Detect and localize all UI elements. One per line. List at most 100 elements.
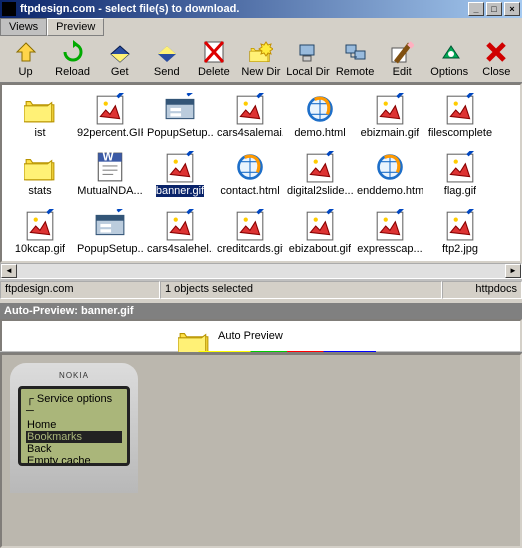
file-item[interactable]: PopupSetup... bbox=[146, 93, 214, 139]
toolbar-label: New Dir bbox=[241, 66, 280, 78]
phone-menu-item: Bookmarks bbox=[26, 431, 122, 443]
file-label: banner.gif bbox=[156, 185, 204, 197]
remote-button[interactable]: Remote bbox=[333, 40, 377, 78]
file-label: enddemo.html bbox=[357, 185, 423, 197]
file-item[interactable]: stats bbox=[6, 151, 74, 197]
newdir-icon bbox=[249, 40, 273, 64]
file-label: flag.gif bbox=[444, 185, 476, 197]
minimize-button[interactable]: _ bbox=[468, 2, 484, 16]
toolbar-label: Get bbox=[111, 66, 129, 78]
gif-icon bbox=[24, 209, 56, 241]
gif-icon bbox=[374, 209, 406, 241]
file-item[interactable]: contact.html bbox=[216, 151, 284, 197]
gif-icon bbox=[164, 209, 196, 241]
file-list-view[interactable]: ist92percent.GIFPopupSetup...cars4salema… bbox=[0, 83, 522, 263]
get-button[interactable]: Get bbox=[98, 40, 142, 78]
file-label: cars4salemai... bbox=[217, 127, 283, 139]
toolbar-label: Edit bbox=[393, 66, 412, 78]
status-host: ftpdesign.com bbox=[0, 281, 160, 299]
newdir-button[interactable]: New Dir bbox=[239, 40, 283, 78]
gif-icon bbox=[164, 151, 196, 183]
phone-brand: NOKIA bbox=[18, 371, 130, 380]
scroll-right-button[interactable]: ► bbox=[505, 264, 521, 278]
file-item[interactable]: expresscap... bbox=[356, 209, 424, 255]
send-icon bbox=[155, 40, 179, 64]
preview-image: NOKIA ┌ Service options ─ HomeBookmarksB… bbox=[10, 363, 138, 493]
file-item[interactable]: enddemo.html bbox=[356, 151, 424, 197]
edit-button[interactable]: Edit bbox=[380, 40, 424, 78]
html-icon bbox=[304, 93, 336, 125]
file-item[interactable]: MutualNDA... bbox=[76, 151, 144, 197]
reload-button[interactable]: Reload bbox=[51, 40, 95, 78]
gif-icon bbox=[444, 151, 476, 183]
status-dir: httpdocs bbox=[442, 281, 522, 299]
delete-button[interactable]: Delete bbox=[192, 40, 236, 78]
file-item[interactable]: digital2slide... bbox=[286, 151, 354, 197]
phone-menu-title: ┌ Service options ─ bbox=[25, 393, 123, 417]
send-button[interactable]: Send bbox=[145, 40, 189, 78]
file-label: cars4salehel... bbox=[147, 243, 213, 255]
reload-icon bbox=[61, 40, 85, 64]
phone-menu-item: Empty cache bbox=[26, 455, 122, 466]
scroll-left-button[interactable]: ◄ bbox=[1, 264, 17, 278]
status-selection: 1 objects selected bbox=[160, 281, 442, 299]
file-item[interactable]: demo.html bbox=[286, 93, 354, 139]
file-item[interactable]: 92percent.GIF bbox=[76, 93, 144, 139]
gif-icon bbox=[374, 93, 406, 125]
file-label: creditcards.gif bbox=[217, 243, 283, 255]
file-label: PopupSetup... bbox=[77, 243, 143, 255]
html-icon bbox=[374, 151, 406, 183]
preview-heading: Auto Preview bbox=[218, 330, 283, 342]
toolbar-label: Remote bbox=[336, 66, 375, 78]
gif-icon bbox=[304, 209, 336, 241]
file-label: ist bbox=[35, 127, 46, 139]
window-title: ftpdesign.com - select file(s) to downlo… bbox=[20, 3, 466, 15]
file-item[interactable]: cars4salehel... bbox=[146, 209, 214, 255]
window-icon bbox=[2, 2, 16, 16]
file-label: contact.html bbox=[220, 185, 279, 197]
localdir-button[interactable]: Local Dir bbox=[286, 40, 330, 78]
close-icon bbox=[484, 40, 508, 64]
file-item[interactable]: banner.gif bbox=[146, 151, 214, 197]
file-item[interactable]: flag.gif bbox=[426, 151, 494, 197]
file-item[interactable]: PopupSetup... bbox=[76, 209, 144, 255]
file-item[interactable]: ist bbox=[6, 93, 74, 139]
file-item[interactable]: cars4salemai... bbox=[216, 93, 284, 139]
exe-icon bbox=[94, 209, 126, 241]
file-item[interactable]: 10kcap.gif bbox=[6, 209, 74, 255]
file-item[interactable]: ftp2.jpg bbox=[426, 209, 494, 255]
gif-icon bbox=[234, 209, 266, 241]
phone-menu-item: Back bbox=[26, 443, 122, 455]
options-button[interactable]: Options bbox=[427, 40, 471, 78]
view-tabs: Views Preview bbox=[0, 18, 522, 36]
file-label: ebizabout.gif bbox=[289, 243, 351, 255]
options-icon bbox=[437, 40, 461, 64]
folder-icon bbox=[178, 325, 210, 347]
gif-icon bbox=[94, 93, 126, 125]
file-label: PopupSetup... bbox=[147, 127, 213, 139]
file-label: digital2slide... bbox=[287, 185, 353, 197]
close-button[interactable]: Close bbox=[474, 40, 518, 78]
status-bar: ftpdesign.com 1 objects selected httpdoc… bbox=[0, 281, 522, 299]
file-label: stats bbox=[28, 185, 51, 197]
html-icon bbox=[234, 151, 266, 183]
preview-pane: NOKIA ┌ Service options ─ HomeBookmarksB… bbox=[0, 353, 522, 548]
phone-screen: ┌ Service options ─ HomeBookmarksBackEmp… bbox=[18, 386, 130, 466]
file-item[interactable]: filescomplete bbox=[426, 93, 494, 139]
toolbar-label: Delete bbox=[198, 66, 230, 78]
toolbar-label: Up bbox=[19, 66, 33, 78]
tab-views[interactable]: Views bbox=[0, 18, 47, 36]
tab-preview[interactable]: Preview bbox=[47, 18, 104, 36]
file-item[interactable]: ebizmain.gif bbox=[356, 93, 424, 139]
titlebar: ftpdesign.com - select file(s) to downlo… bbox=[0, 0, 522, 18]
maximize-button[interactable]: □ bbox=[486, 2, 502, 16]
horizontal-scrollbar[interactable]: ◄ ► bbox=[0, 263, 522, 279]
file-label: MutualNDA... bbox=[77, 185, 142, 197]
file-item[interactable]: creditcards.gif bbox=[216, 209, 284, 255]
close-window-button[interactable]: × bbox=[504, 2, 520, 16]
file-item[interactable]: ebizabout.gif bbox=[286, 209, 354, 255]
up-button[interactable]: Up bbox=[4, 40, 48, 78]
up-icon bbox=[14, 40, 38, 64]
gif-icon bbox=[234, 93, 266, 125]
file-label: demo.html bbox=[294, 127, 345, 139]
